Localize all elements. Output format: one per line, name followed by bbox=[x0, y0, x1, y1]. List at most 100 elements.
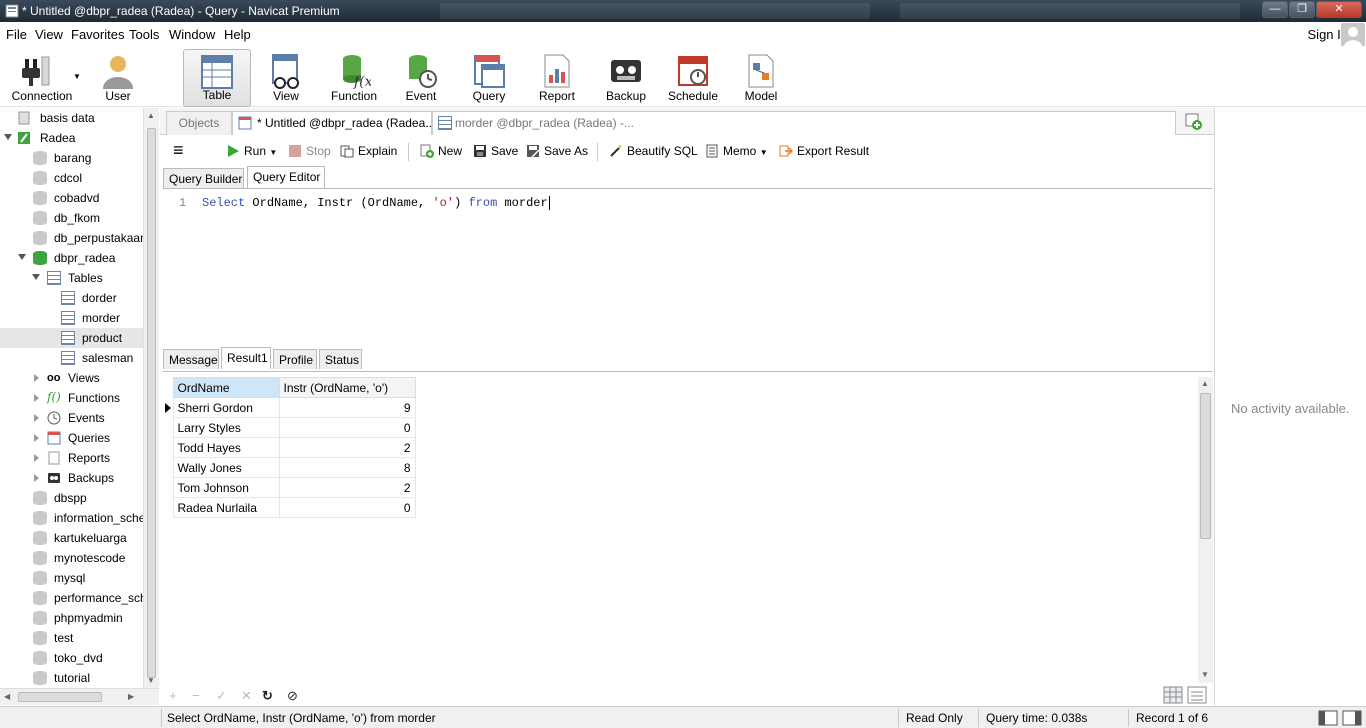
scroll-down-icon[interactable]: ▼ bbox=[1201, 670, 1209, 679]
grid-view-icon[interactable] bbox=[1162, 686, 1184, 704]
grid-cell[interactable]: Todd Hayes bbox=[172, 437, 280, 458]
maximize-button[interactable]: ❐ bbox=[1289, 1, 1315, 18]
tree-item-reports[interactable]: Reports bbox=[0, 448, 143, 468]
toolbar-table[interactable]: Table bbox=[183, 49, 251, 107]
toolbar-report[interactable]: Report bbox=[532, 49, 582, 107]
tree-item-table[interactable]: salesman bbox=[0, 348, 143, 368]
tree-item-database[interactable]: test bbox=[0, 628, 143, 648]
tab-untitled-query[interactable]: * Untitled @dbpr_radea (Radea... bbox=[232, 111, 435, 135]
tree-item-dbpr-radea[interactable]: dbpr_radea bbox=[0, 248, 143, 268]
tab-query-builder[interactable]: Query Builder bbox=[163, 168, 244, 188]
chevron-down-icon[interactable] bbox=[18, 254, 26, 260]
toolbar-query[interactable]: Query bbox=[465, 49, 513, 107]
table-row[interactable]: Radea Nurlaila 0 bbox=[163, 497, 416, 518]
tree-item-database[interactable]: tutorial bbox=[0, 668, 143, 688]
sidebar-horizontal-scrollbar[interactable]: ◀ ▶ bbox=[0, 688, 159, 705]
chevron-right-icon[interactable] bbox=[34, 474, 39, 482]
minimize-button[interactable]: — bbox=[1262, 1, 1288, 18]
layout-toggle-icon[interactable] bbox=[1342, 710, 1362, 726]
table-row[interactable]: Todd Hayes 2 bbox=[163, 437, 416, 458]
menu-favorites[interactable]: Favorites bbox=[71, 27, 124, 42]
tree-item-database[interactable]: cdcol bbox=[0, 168, 143, 188]
tree-item-database[interactable]: toko_dvd bbox=[0, 648, 143, 668]
toolbar-event[interactable]: Event bbox=[398, 49, 444, 107]
apply-changes-icon[interactable]: ✓ bbox=[216, 688, 227, 704]
toolbar-connection[interactable]: ▼ Connection bbox=[6, 49, 81, 107]
tree-item-table[interactable]: morder bbox=[0, 308, 143, 328]
memo-button[interactable]: Memo ▼ bbox=[705, 144, 768, 158]
layout-toggle-icon[interactable] bbox=[1318, 710, 1338, 726]
tab-profile[interactable]: Profile bbox=[273, 349, 317, 369]
save-button[interactable]: Save bbox=[473, 144, 518, 158]
grid-cell[interactable]: 8 bbox=[278, 457, 416, 478]
chevron-right-icon[interactable] bbox=[34, 394, 39, 402]
chevron-right-icon[interactable] bbox=[34, 414, 39, 422]
scroll-up-icon[interactable]: ▲ bbox=[147, 111, 155, 120]
tree-item-backups[interactable]: Backups bbox=[0, 468, 143, 488]
avatar-icon[interactable] bbox=[1341, 23, 1365, 47]
tree-item-database[interactable]: cobadvd bbox=[0, 188, 143, 208]
menu-window[interactable]: Window bbox=[169, 27, 215, 42]
run-button[interactable]: Run ▼ bbox=[226, 144, 277, 158]
tree-item-queries[interactable]: Queries bbox=[0, 428, 143, 448]
tree-item-database[interactable]: dbspp bbox=[0, 488, 143, 508]
chevron-down-icon[interactable]: ▼ bbox=[760, 148, 768, 157]
stop-refresh-icon[interactable]: ⊘ bbox=[287, 688, 298, 704]
new-tab-icon[interactable] bbox=[1185, 113, 1203, 131]
new-query-button[interactable]: New bbox=[420, 144, 462, 158]
chevron-down-icon[interactable]: ▼ bbox=[73, 72, 81, 81]
stop-button[interactable]: Stop bbox=[288, 144, 331, 158]
grid-cell[interactable]: Tom Johnson bbox=[172, 477, 280, 498]
table-row[interactable]: Wally Jones 8 bbox=[163, 457, 416, 478]
tab-result1[interactable]: Result1 bbox=[221, 347, 271, 369]
chevron-down-icon[interactable] bbox=[4, 134, 12, 140]
tree-item-database[interactable]: phpmyadmin bbox=[0, 608, 143, 628]
save-as-button[interactable]: Save As bbox=[526, 144, 588, 158]
tab-status[interactable]: Status bbox=[319, 349, 362, 369]
menu-help[interactable]: Help bbox=[224, 27, 251, 42]
tree-item-database[interactable]: db_fkom bbox=[0, 208, 143, 228]
grid-vertical-scrollbar[interactable]: ▲ ▼ bbox=[1198, 377, 1213, 683]
table-row[interactable]: Sherri Gordon 9 bbox=[163, 397, 416, 418]
grid-cell[interactable]: Sherri Gordon bbox=[172, 397, 280, 418]
tree-item-database[interactable]: mynotescode bbox=[0, 548, 143, 568]
column-header[interactable]: OrdName bbox=[172, 377, 280, 398]
chevron-down-icon[interactable]: ▼ bbox=[269, 148, 277, 157]
toolbar-model[interactable]: Model bbox=[736, 49, 786, 107]
tree-item-database[interactable]: information_schema bbox=[0, 508, 158, 528]
chevron-right-icon[interactable] bbox=[34, 374, 39, 382]
chevron-right-icon[interactable] bbox=[34, 434, 39, 442]
export-result-button[interactable]: Export Result bbox=[779, 144, 869, 158]
toolbar-view[interactable]: View bbox=[260, 49, 312, 107]
tree-item-table[interactable]: dorder bbox=[0, 288, 143, 308]
grid-cell[interactable]: 2 bbox=[278, 437, 416, 458]
column-header[interactable]: Instr (OrdName, 'o') bbox=[278, 377, 416, 398]
explain-button[interactable]: Explain bbox=[340, 144, 397, 158]
scroll-right-icon[interactable]: ▶ bbox=[128, 692, 134, 701]
sql-text[interactable]: Select OrdName, Instr (OrdName, 'o') fro… bbox=[202, 196, 550, 210]
tree-item-database[interactable]: kartukeluarga bbox=[0, 528, 143, 548]
tab-objects[interactable]: Objects bbox=[166, 111, 232, 135]
tree-item-database[interactable]: performance_schema bbox=[0, 588, 158, 608]
hamburger-menu-icon[interactable]: ≡ bbox=[173, 140, 184, 161]
tab-morder[interactable]: morder @dbpr_radea (Radea) -... bbox=[432, 111, 1176, 135]
tree-item-tables[interactable]: Tables bbox=[0, 268, 143, 288]
grid-cell[interactable]: Radea Nurlaila bbox=[172, 497, 280, 518]
tree-item-basis-data[interactable]: basis data bbox=[0, 108, 143, 128]
grid-cell[interactable]: 0 bbox=[278, 497, 416, 518]
scroll-up-icon[interactable]: ▲ bbox=[1201, 379, 1209, 388]
menu-tools[interactable]: Tools bbox=[129, 27, 159, 42]
chevron-down-icon[interactable] bbox=[32, 274, 40, 280]
delete-record-icon[interactable]: − bbox=[192, 688, 200, 703]
grid-cell[interactable]: Larry Styles bbox=[172, 417, 280, 438]
tree-item-radea[interactable]: Radea bbox=[0, 128, 143, 148]
tree-item-views[interactable]: oo Views bbox=[0, 368, 143, 388]
scroll-thumb[interactable] bbox=[1200, 393, 1211, 539]
toolbar-function[interactable]: f(x) Function bbox=[326, 49, 382, 107]
scroll-down-icon[interactable]: ▼ bbox=[147, 676, 155, 685]
toolbar-backup[interactable]: Backup bbox=[601, 49, 651, 107]
sidebar-vertical-scrollbar[interactable]: ▲ ▼ bbox=[143, 108, 159, 688]
tab-query-editor[interactable]: Query Editor bbox=[247, 166, 325, 188]
chevron-right-icon[interactable] bbox=[34, 454, 39, 462]
form-view-icon[interactable] bbox=[1186, 686, 1208, 704]
